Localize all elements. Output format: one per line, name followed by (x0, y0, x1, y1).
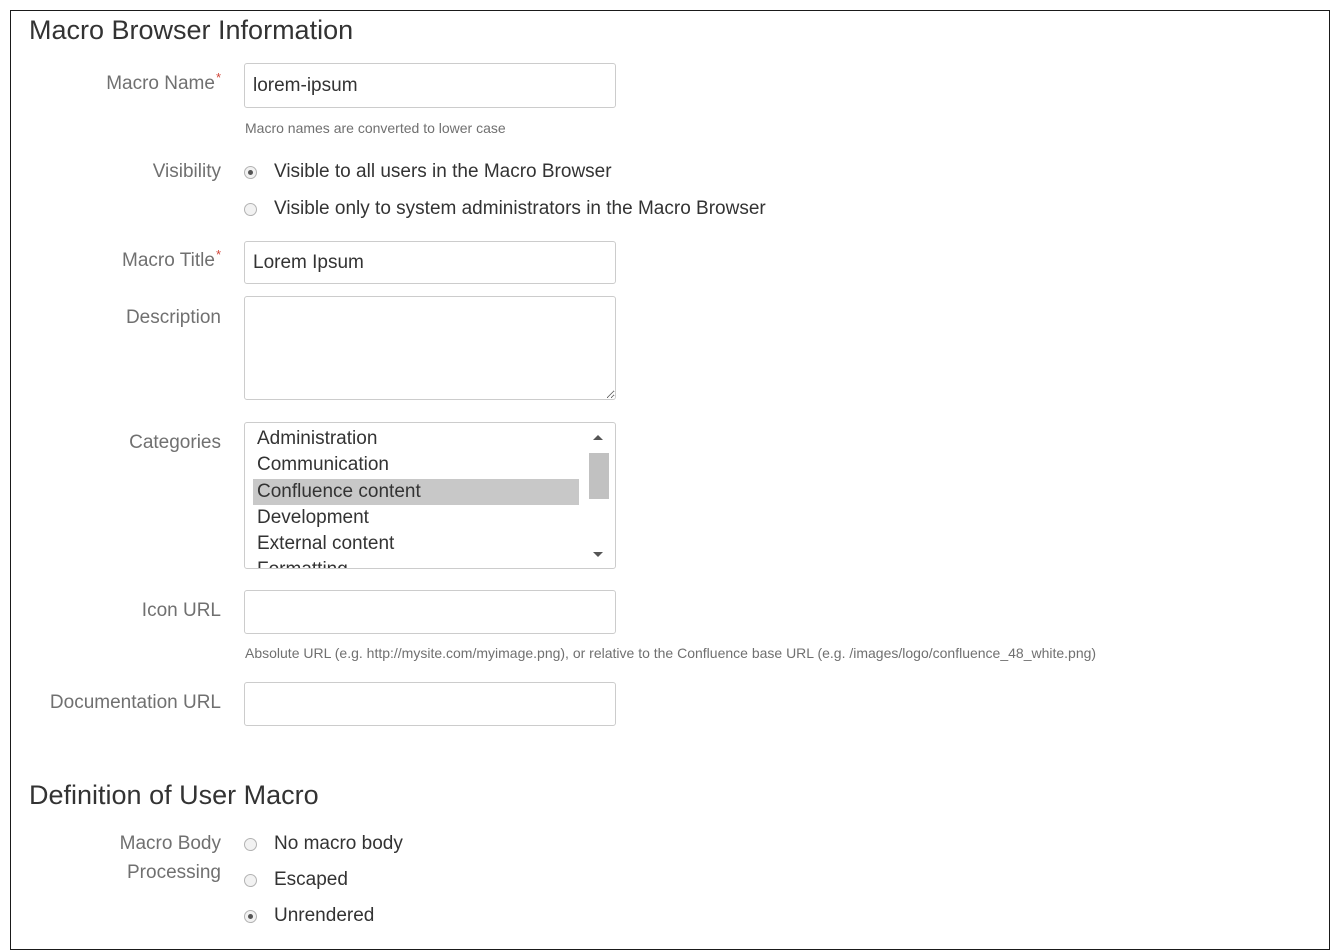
radio-unchecked-icon[interactable] (244, 202, 257, 216)
icon-url-hint: Absolute URL (e.g. http://mysite.com/myi… (245, 645, 1097, 661)
categories-listbox[interactable]: Administration Communication Confluence … (244, 422, 616, 569)
category-option[interactable]: External content (253, 531, 579, 557)
description-label: Description (125, 307, 221, 328)
body-option-unrendered[interactable]: Unrendered (244, 905, 374, 927)
categories-scrollbar[interactable] (589, 427, 611, 565)
scrollbar-thumb[interactable] (589, 453, 609, 499)
macro-title-label-text: Macro Title (122, 250, 215, 271)
category-option[interactable]: Administration (253, 426, 579, 452)
macro-name-label-text: Macro Name (106, 73, 215, 94)
visibility-option-all-label: Visible to all users in the Macro Browse… (274, 161, 612, 182)
documentation-url-label: Documentation URL (49, 692, 221, 713)
radio-checked-icon[interactable] (244, 909, 257, 923)
macro-name-hint: Macro names are converted to lower case (245, 120, 506, 136)
macro-name-label: Macro Name* (0, 70, 221, 95)
radio-unchecked-icon[interactable] (244, 873, 257, 887)
body-option-escaped[interactable]: Escaped (244, 869, 348, 891)
icon-url-label: Icon URL (141, 600, 221, 621)
visibility-label: Visibility (152, 161, 221, 182)
category-option-selected[interactable]: Confluence content (253, 479, 579, 505)
body-processing-label-line2: Processing (127, 862, 221, 883)
macro-name-input[interactable] (244, 63, 616, 108)
visibility-option-all[interactable]: Visible to all users in the Macro Browse… (244, 161, 612, 183)
documentation-url-input[interactable] (244, 682, 616, 726)
section-title-browser-info: Macro Browser Information (29, 15, 354, 45)
description-textarea[interactable] (244, 296, 616, 400)
body-option-none-label: No macro body (274, 833, 403, 854)
body-option-unrendered-label: Unrendered (274, 905, 375, 926)
category-option[interactable]: Communication (253, 452, 579, 478)
radio-unchecked-icon[interactable] (244, 837, 257, 851)
macro-title-label: Macro Title* (0, 247, 221, 272)
visibility-option-admins-label: Visible only to system administrators in… (274, 198, 766, 219)
body-option-none[interactable]: No macro body (244, 833, 403, 855)
scroll-down-arrow-icon[interactable] (593, 552, 603, 557)
radio-checked-icon[interactable] (244, 165, 257, 179)
category-option[interactable]: Development (253, 505, 579, 531)
categories-label: Categories (129, 432, 221, 453)
section-title-definition: Definition of User Macro (29, 780, 319, 810)
body-processing-label-line1: Macro Body (119, 833, 221, 854)
scroll-up-arrow-icon[interactable] (593, 435, 603, 440)
visibility-option-admins[interactable]: Visible only to system administrators in… (244, 198, 766, 220)
macro-title-input[interactable] (244, 241, 616, 284)
category-option[interactable]: Formatting (253, 557, 579, 568)
required-mark: * (215, 70, 221, 85)
required-mark: * (215, 247, 221, 262)
body-option-escaped-label: Escaped (274, 869, 348, 890)
icon-url-input[interactable] (244, 590, 616, 634)
